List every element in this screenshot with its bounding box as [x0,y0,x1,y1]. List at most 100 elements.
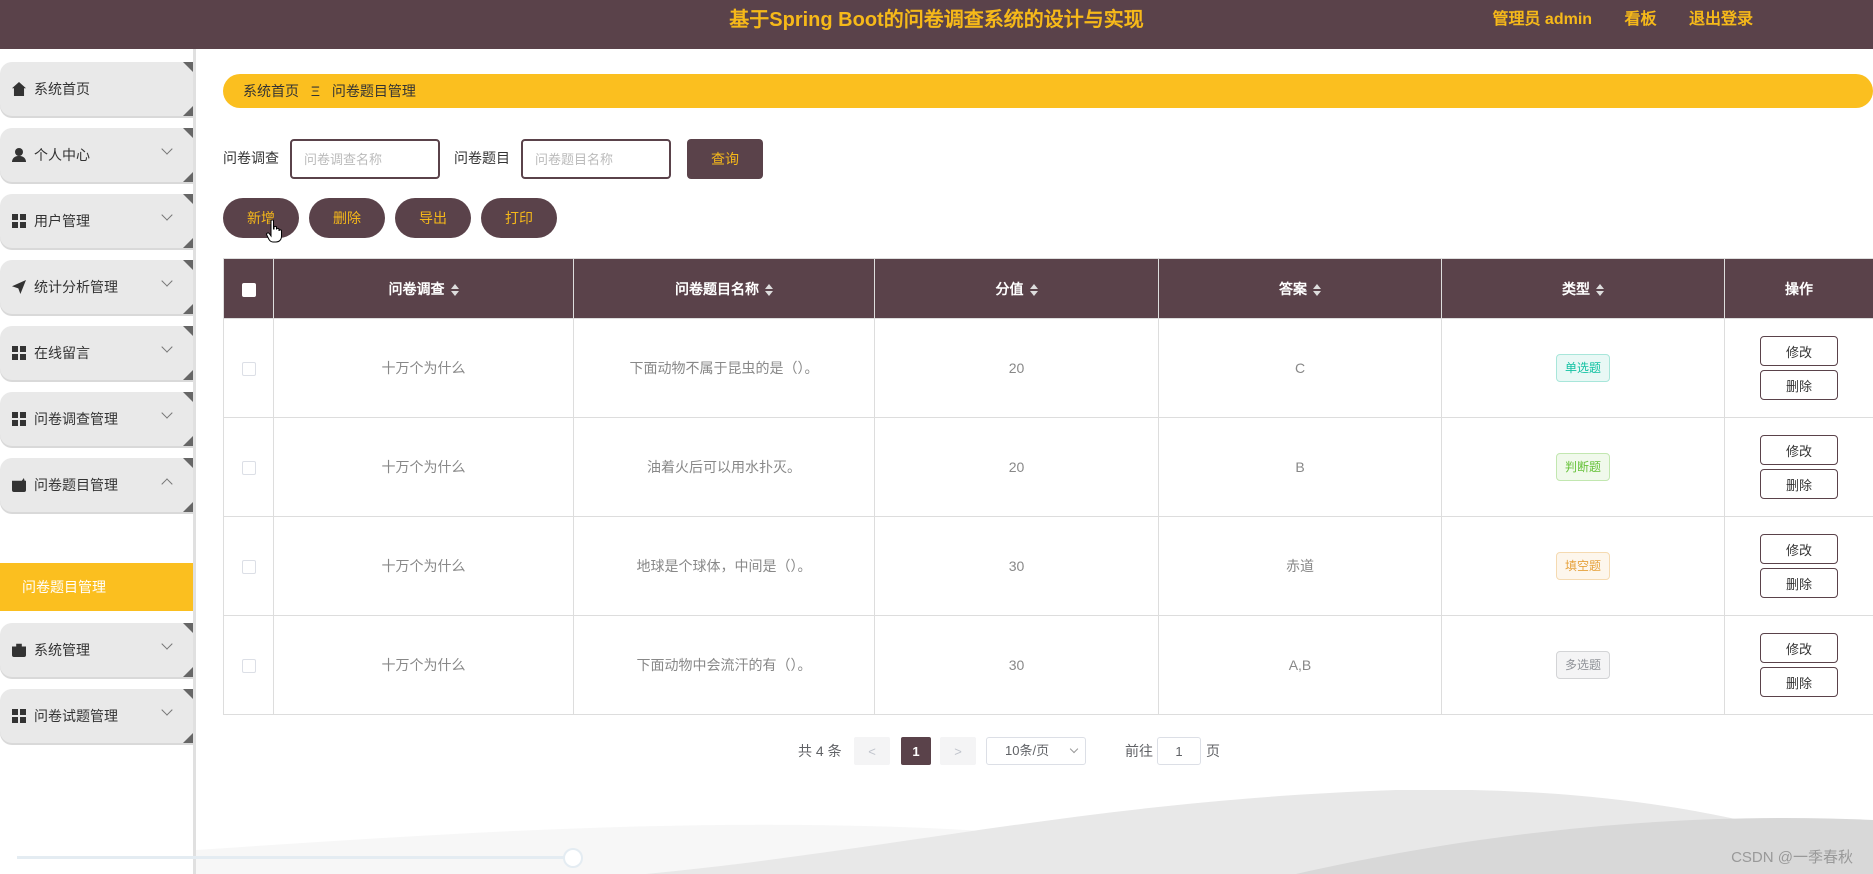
column-header-score[interactable]: 分值 [874,258,1159,319]
column-header-answer[interactable]: 答案 [1158,258,1442,319]
delete-button[interactable]: 删除 [1760,469,1838,499]
sidebar-item-label: 用户管理 [34,213,90,229]
sidebar-item-label: 问卷题目管理 [34,477,118,493]
cell-score: 20 [874,318,1159,418]
goto-page-input[interactable] [1157,737,1201,765]
cell-score: 30 [874,516,1159,616]
sort-icon[interactable] [1596,283,1604,296]
edit-button[interactable]: 修改 [1760,336,1838,366]
column-header-question[interactable]: 问卷题目名称 [573,258,875,319]
cell-question: 地球是个球体，中间是（）。 [573,516,875,616]
cell-actions: 修改 删除 [1724,615,1873,715]
pagination-prev-button[interactable]: < [854,737,890,765]
sidebar-item-exam-management[interactable]: 问卷试题管理 [0,689,193,743]
column-header-survey[interactable]: 问卷调查 [273,258,574,319]
page-unit-label: 页 [1206,743,1220,759]
sidebar-item-personal-center[interactable]: 个人中心 [0,128,193,182]
chevron-down-icon [161,704,173,716]
question-search-input[interactable] [521,139,671,179]
breadcrumb-home[interactable]: 系统首页 [243,83,299,99]
type-tag: 多选题 [1555,651,1610,679]
slider-thumb[interactable] [563,848,583,868]
grid-icon [12,709,26,723]
query-button[interactable]: 查询 [687,139,763,179]
breadcrumb: 系统首页 Ξ 问卷题目管理 [223,74,1873,108]
sort-icon[interactable] [1029,283,1038,296]
grid-icon [12,346,26,360]
cell-survey: 十万个为什么 [273,615,574,715]
export-button[interactable]: 导出 [395,198,471,238]
chevron-down-icon [161,407,173,419]
sidebar-item-survey-management[interactable]: 问卷调查管理 [0,392,193,446]
sidebar-item-home[interactable]: 系统首页 [0,62,193,116]
edit-button[interactable]: 修改 [1760,633,1838,663]
sidebar-item-label: 系统管理 [34,642,90,658]
sort-icon[interactable] [765,283,773,296]
cell-question: 油着火后可以用水扑灭。 [573,417,875,517]
type-tag: 单选题 [1555,354,1610,382]
row-checkbox[interactable] [241,362,256,377]
cell-question: 下面动物中会流汗的有（）。 [573,615,875,715]
column-header-type[interactable]: 类型 [1441,258,1725,319]
sort-icon[interactable] [1313,283,1321,296]
goto-label: 前往 [1125,743,1153,759]
pagination-next-button[interactable]: > [940,737,976,765]
page-size-select[interactable]: 10条/页 [986,737,1086,765]
chevron-down-icon [161,638,173,650]
table-row: 十万个为什么 下面动物中会流汗的有（）。 30 A,B 多选题 修改删除 [223,615,1873,715]
chevron-down-icon [161,143,173,155]
pagination-total: 共 4 条 [798,743,842,759]
grid-icon [12,412,26,426]
logout-link[interactable]: 退出登录 [1689,11,1753,28]
chevron-down-icon [161,209,173,221]
pagination-page-1[interactable]: 1 [901,737,931,765]
batch-delete-button[interactable]: 删除 [309,198,385,238]
cell-answer: 赤道 [1158,516,1442,616]
delete-button[interactable]: 删除 [1760,568,1838,598]
sort-icon[interactable] [450,283,459,296]
print-button[interactable]: 打印 [481,198,557,238]
cell-survey: 十万个为什么 [273,417,574,517]
chevron-down-icon [161,275,173,287]
row-checkbox[interactable] [241,560,256,575]
row-select-cell[interactable] [223,318,274,418]
cell-score: 30 [874,615,1159,715]
edit-button[interactable]: 修改 [1760,534,1838,564]
current-user[interactable]: 管理员 admin [1492,11,1592,28]
hand-cursor-icon [266,219,282,243]
add-button[interactable]: 新增 [223,198,299,238]
sidebar-item-question-management[interactable]: 问卷题目管理 [0,458,193,512]
row-select-cell[interactable] [223,417,274,517]
chevron-up-icon [161,478,173,490]
select-all-header[interactable] [223,258,274,319]
delete-button[interactable]: 删除 [1760,370,1838,400]
wallet-icon [12,478,26,492]
top-header: 基于Spring Boot的问卷调查系统的设计与实现 管理员 admin 看板 … [0,0,1873,49]
briefcase-icon [12,643,26,657]
row-select-cell[interactable] [223,516,274,616]
cell-actions: 修改 删除 [1724,516,1873,616]
cell-type: 单选题 [1441,318,1725,418]
sidebar-item-label: 统计分析管理 [34,279,118,295]
delete-button[interactable]: 删除 [1760,667,1838,697]
breadcrumb-current: 问卷题目管理 [331,83,416,99]
edit-button[interactable]: 修改 [1760,435,1838,465]
sidebar-item-messages[interactable]: 在线留言 [0,326,193,380]
slider-track[interactable] [17,856,575,859]
sidebar-item-user-management[interactable]: 用户管理 [0,194,193,248]
select-all-checkbox[interactable] [241,282,256,297]
cell-score: 20 [874,417,1159,517]
row-checkbox[interactable] [241,461,256,476]
table-row: 十万个为什么 下面动物不属于昆虫的是（）。 20 C 单选题 修改 删除 [223,318,1873,418]
sidebar-item-system-management[interactable]: 系统管理 [0,623,193,677]
send-icon [12,280,26,294]
board-link[interactable]: 看板 [1625,11,1657,28]
survey-search-input[interactable] [290,139,440,179]
cell-answer: A,B [1158,615,1442,715]
sidebar-subitem-question-management[interactable]: 问卷题目管理 [0,563,193,611]
row-select-cell[interactable] [223,615,274,715]
survey-search-label: 问卷调查 [223,150,279,166]
row-checkbox[interactable] [241,659,256,674]
sidebar-item-statistics[interactable]: 统计分析管理 [0,260,193,314]
cell-actions: 修改 删除 [1724,318,1873,418]
